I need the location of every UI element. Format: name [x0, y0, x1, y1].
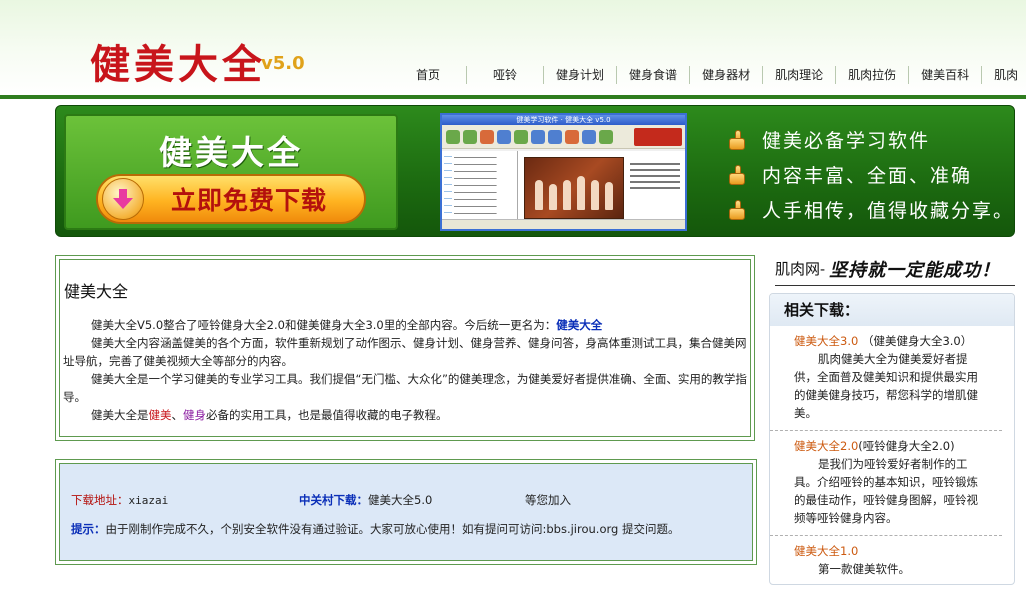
nav-item-equipment[interactable]: 健身器材 [690, 66, 764, 84]
intro-p1-text: 健美大全V5.0整合了哑铃健身大全2.0和健美健身大全3.0里的全部内容。今后统… [91, 318, 557, 332]
print-icon [599, 129, 613, 144]
screenshot-titlebar: 健美学习软件 · 健美大全 v5.0 [442, 115, 685, 125]
intro-p1-highlight: 健美大全 [556, 318, 603, 332]
related-item: 健美大全1.0 第一款健美软件。 [770, 536, 1002, 586]
zgc-download-link[interactable]: 健美大全5.0 [368, 493, 432, 507]
related-item-link[interactable]: 健美大全2.0 [794, 439, 858, 453]
jirou-logo [634, 127, 682, 146]
slogan-calligraphy: 坚持就一定能成功！ [829, 259, 1001, 281]
related-item-subtitle: （健美健身大全3.0） [861, 334, 973, 348]
download-address-label: 下载地址： [71, 493, 129, 507]
logo-version: v5.0 [261, 53, 305, 74]
bookmark-icon [565, 129, 579, 144]
tip-text: 由于刚制作完成不久，个别安全软件没有通过验证。大家可放心使用！如有提问可访问:b… [105, 522, 680, 536]
screenshot-text [630, 159, 680, 193]
related-item-link[interactable]: 健美大全1.0 [794, 544, 858, 558]
download-arrow-icon [102, 178, 144, 220]
screenshot-content [518, 151, 685, 219]
site-logo[interactable]: 健美大全 [90, 32, 266, 90]
refresh-icon [497, 129, 511, 144]
feature-item: 内容丰富、全面、准确 [726, 157, 1014, 192]
stop-icon [480, 129, 494, 144]
software-screenshot[interactable]: 健美学习软件 · 健美大全 v5.0 [440, 113, 687, 231]
download-address-link[interactable]: xiazai [129, 494, 169, 507]
related-item: 健美大全2.0(哑铃健身大全2.0) 是我们为哑铃爱好者制作的工具。介绍哑铃的基… [770, 431, 1002, 536]
intro-p4-d: 必备的实用工具，也是最值得收藏的电子教程。 [206, 408, 448, 422]
related-item: 健美大全3.0 （健美健身大全3.0） 肌肉健美大全为健美爱好者提供，全面普及健… [770, 326, 1002, 431]
slogan-banner: 肌肉网- 坚持就一定能成功！ [775, 252, 1015, 286]
thumbs-up-icon [726, 164, 748, 186]
zgc-download: 中关村下载：健美大全5.0 [299, 492, 432, 508]
nav-item-encyclopedia[interactable]: 健美百科 [909, 66, 983, 84]
slogan-site-name: 肌肉网- [775, 260, 826, 278]
related-item-description: 肌肉健美大全为健美爱好者提供，全面普及健美知识和提供最实用的健美健身技巧，帮您科… [794, 352, 978, 420]
intro-link-jianmei[interactable]: 健美 [149, 408, 172, 422]
intro-box-inner: 健美大全 健美大全V5.0整合了哑铃健身大全2.0和健美健身大全3.0里的全部内… [59, 259, 751, 437]
thumbs-up-icon [726, 129, 748, 151]
intro-p4-sep: 、 [171, 408, 184, 422]
header-divider [0, 95, 1026, 99]
banner-title: 健美大全 [159, 133, 303, 172]
feature-text: 内容丰富、全面、准确 [762, 165, 973, 187]
promo-banner: 健美大全 立即免费下载 健美学习软件 · 健美大全 v5.0 健美必备学习软件 … [55, 105, 1015, 237]
download-button-label: 立即免费下载 [170, 186, 327, 215]
nav-item-muscle-strain[interactable]: 肌肉拉伤 [836, 66, 910, 84]
related-downloads: 相关下载： 健美大全3.0 （健美健身大全3.0） 肌肉健美大全为健美爱好者提供… [769, 293, 1015, 585]
feature-item: 健美必备学习软件 [726, 122, 1014, 157]
tip-row: 提示：由于刚制作完成不久，个别安全软件没有通过验证。大家可放心使用！如有提问可访… [71, 521, 751, 537]
intro-paragraph-4: 健美大全是健美、健身必备的实用工具，也是最值得收藏的电子教程。 [63, 406, 747, 424]
banner-download-panel: 健美大全 立即免费下载 [64, 114, 398, 230]
feature-text: 健美必备学习软件 [762, 130, 931, 152]
contents-icon [531, 129, 545, 144]
intro-paragraph-1: 健美大全V5.0整合了哑铃健身大全2.0和健美健身大全3.0里的全部内容。今后统… [63, 316, 747, 334]
related-item-subtitle: (哑铃健身大全2.0) [858, 439, 955, 453]
intro-title: 健美大全 [64, 282, 129, 301]
feature-list: 健美必备学习软件 内容丰富、全面、准确 人手相传，值得收藏分享。 [726, 122, 1015, 227]
free-download-button[interactable]: 立即免费下载 [96, 174, 366, 224]
nav-item-muscle[interactable]: 肌肉 [982, 66, 1026, 84]
download-box-inner: 下载地址：xiazai 中关村下载：健美大全5.0 等您加入 提示：由于刚制作完… [59, 463, 753, 561]
download-box: 下载地址：xiazai 中关村下载：健美大全5.0 等您加入 提示：由于刚制作完… [55, 459, 757, 565]
search-icon [548, 129, 562, 144]
intro-paragraph-3: 健美大全是一个学习健美的专业学习工具。我们提倡“无门槛、大众化”的健美理念，为健… [63, 372, 747, 404]
back-icon [446, 129, 460, 144]
nav-item-recipes[interactable]: 健身食谱 [617, 66, 691, 84]
intro-box: 健美大全 健美大全V5.0整合了哑铃健身大全2.0和健美健身大全3.0里的全部内… [55, 255, 755, 441]
related-item-description: 第一款健美软件。 [818, 562, 910, 576]
join-us-text: 等您加入 [525, 493, 571, 507]
nav-item-dumbbell[interactable]: 哑铃 [467, 66, 545, 84]
home-icon [514, 129, 528, 144]
nav-item-fitness-plan[interactable]: 健身计划 [544, 66, 618, 84]
intro-link-jianshen[interactable]: 健身 [183, 408, 206, 422]
download-row: 下载地址：xiazai 中关村下载：健美大全5.0 等您加入 [71, 492, 751, 508]
screenshot-statusbar [442, 219, 685, 229]
screenshot-tree [442, 151, 518, 219]
main-nav: 首页 哑铃 健身计划 健身食谱 健身器材 肌肉理论 肌肉拉伤 健美百科 肌肉 [390, 66, 1026, 86]
header: 健美大全 v5.0 首页 哑铃 健身计划 健身食谱 健身器材 肌肉理论 肌肉拉伤… [0, 0, 1026, 95]
thumbs-up-icon [726, 199, 748, 221]
intro-paragraph-2: 健美大全内容涵盖健美的各个方面，软件重新规划了动作图示、健身计划、健身营养、健身… [63, 336, 747, 368]
nav-item-muscle-theory[interactable]: 肌肉理论 [763, 66, 837, 84]
fullscreen-icon [582, 129, 596, 144]
related-downloads-title: 相关下载： [770, 294, 1014, 326]
screenshot-body [442, 151, 685, 219]
intro-p4-a: 健美大全是 [91, 408, 149, 422]
bodybuilders-image [524, 157, 624, 219]
nav-item-home[interactable]: 首页 [390, 66, 468, 84]
zgc-download-label: 中关村下载： [299, 493, 368, 507]
screenshot-toolbar [442, 125, 685, 149]
related-item-description: 是我们为哑铃爱好者制作的工具。介绍哑铃的基本知识，哑铃锻炼的最佳动作，哑铃健身图… [794, 457, 978, 525]
tip-label: 提示： [71, 522, 106, 536]
feature-item: 人手相传，值得收藏分享。 [726, 192, 1015, 227]
feature-text: 人手相传，值得收藏分享。 [762, 200, 1015, 222]
forward-icon [463, 129, 477, 144]
related-item-link[interactable]: 健美大全3.0 [794, 334, 858, 348]
